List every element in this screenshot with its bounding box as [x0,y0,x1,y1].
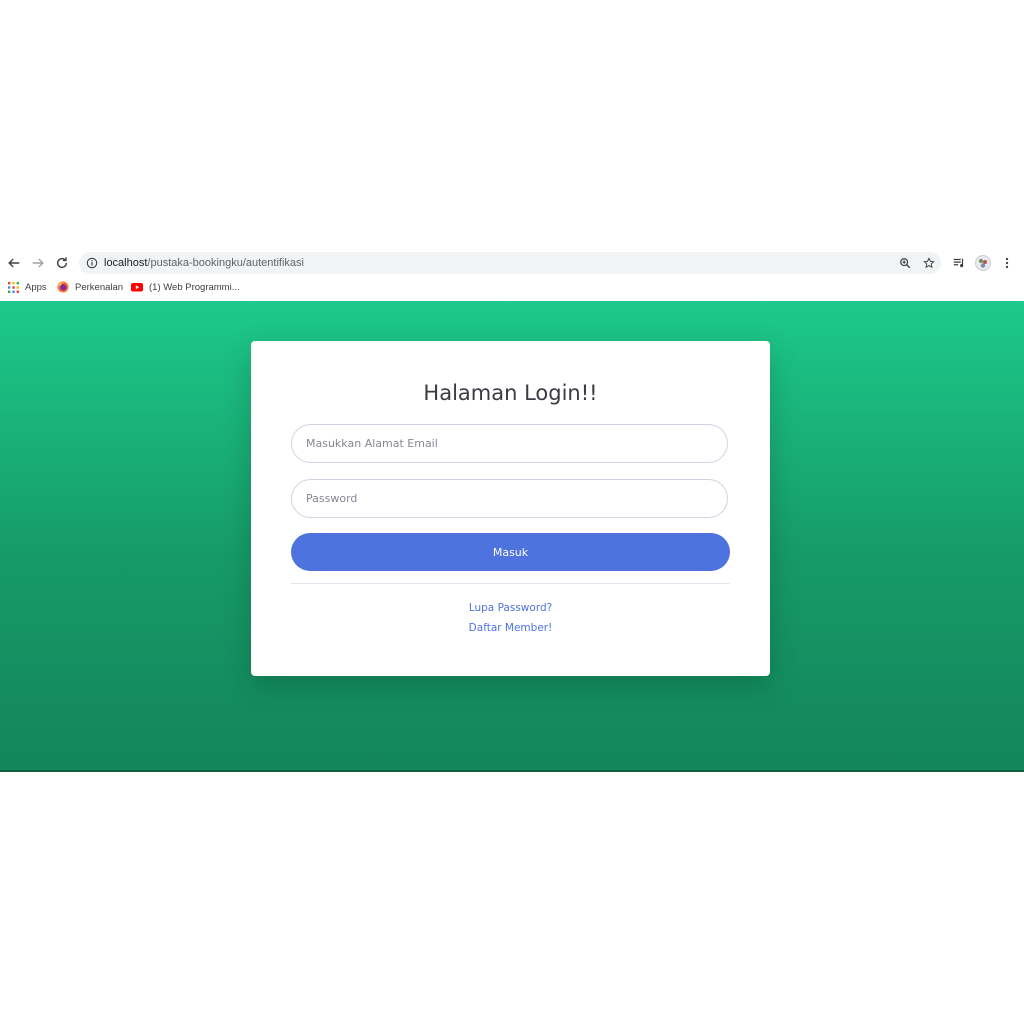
back-button[interactable] [5,254,23,272]
kebab-menu-icon[interactable] [999,255,1015,271]
media-queue-icon[interactable] [951,255,967,271]
reload-button[interactable] [53,254,71,272]
bookmark-web-programming[interactable]: (1) Web Programmi... [131,280,240,294]
email-field[interactable] [291,424,728,463]
bookmark-label: Perkenalan [75,281,124,293]
url-host: localhost [104,257,148,269]
login-card: Halaman Login!! Masuk Lupa Password? Daf… [251,341,770,676]
viewport-edge [0,770,1024,772]
page-title: Halaman Login!! [423,381,598,405]
page-background: Halaman Login!! Masuk Lupa Password? Daf… [0,301,1024,772]
bookmarks-bar: Apps Perkenalan (1) Web Programmi... [0,278,1024,296]
register-link[interactable]: Daftar Member! [251,621,770,635]
zoom-icon[interactable] [898,256,912,270]
info-icon[interactable] [85,256,99,270]
password-field[interactable] [291,479,728,518]
browser-chrome: localhost/pustaka-bookingku/autentifikas… [0,251,1024,301]
bookmark-label: Apps [25,281,47,293]
forgot-password-link[interactable]: Lupa Password? [251,601,770,615]
divider [291,583,730,584]
forward-button[interactable] [29,254,47,272]
bookmark-perkenalan[interactable]: Perkenalan [57,280,123,294]
bookmark-label: (1) Web Programmi... [149,281,240,293]
youtube-icon [131,281,143,293]
reload-icon [56,257,68,269]
star-icon[interactable] [922,256,936,270]
bookmark-apps[interactable]: Apps [7,280,47,294]
browser-toolbar: localhost/pustaka-bookingku/autentifikas… [0,251,1024,275]
profile-avatar-icon[interactable] [975,255,991,271]
url-text[interactable]: localhost/pustaka-bookingku/autentifikas… [104,256,304,270]
arrow-left-icon [8,258,20,268]
address-bar[interactable]: localhost/pustaka-bookingku/autentifikas… [79,252,941,274]
login-button[interactable]: Masuk [291,533,730,571]
arrow-right-icon [32,258,44,268]
url-path: /pustaka-bookingku/autentifikasi [147,257,304,269]
firefox-icon [57,281,69,293]
apps-grid-icon [7,281,19,293]
